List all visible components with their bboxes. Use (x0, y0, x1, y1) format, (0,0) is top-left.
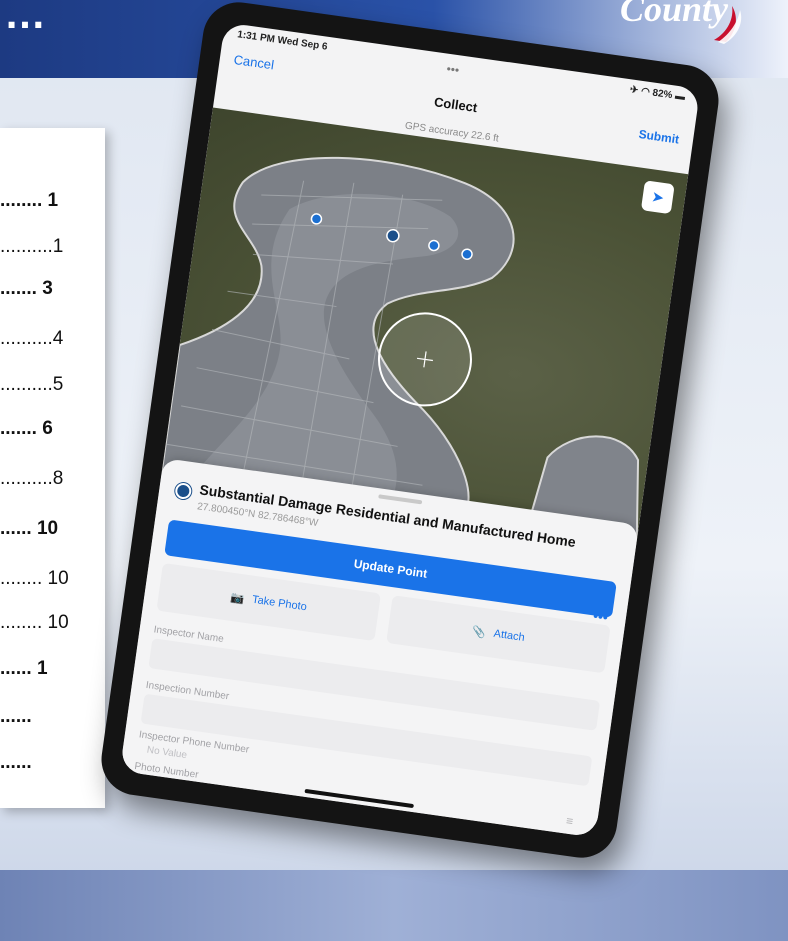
toc-entry: ........ 10 (0, 568, 69, 589)
toc-entry: ...... 10 (0, 518, 59, 539)
paperclip-icon: 📎 (471, 625, 487, 639)
field-label: Photo Number (133, 760, 200, 781)
document-footer-band (0, 870, 788, 941)
camera-icon: 📷 (229, 591, 246, 606)
take-photo-label: Take Photo (251, 593, 308, 614)
battery-icon: ▬ (674, 90, 686, 103)
county-logo-icon (714, 6, 742, 44)
feature-point-icon (174, 482, 193, 501)
banner-title: … (4, 0, 48, 37)
toc-entry: ........ 1 (0, 190, 59, 211)
toc-entry: ........ 10 (0, 612, 69, 633)
toc-entry: ..........4 (0, 328, 64, 349)
attach-label: Attach (492, 627, 526, 644)
inspector-phone-value[interactable]: No Value (146, 745, 188, 762)
toc-entry: ..........5 (0, 374, 64, 395)
feature-sheet: Substantial Damage Residential and Manuf… (119, 457, 640, 838)
toc-entry: ...... (0, 752, 32, 773)
table-of-contents-page: ........ 1 ..........1 ....... 3..........… (0, 128, 105, 808)
toc-entry: ....... 3 (0, 278, 53, 299)
wifi-icon: ✈ ◠ (629, 84, 651, 99)
toc-entry: ..........8 (0, 468, 64, 489)
toc-entry: ...... (0, 706, 32, 727)
tablet-screen: 1:31 PM Wed Sep 6 ••• ✈ ◠ 82% ▬ Cancel C… (119, 22, 701, 838)
location-arrow-icon: ➤ (650, 188, 666, 208)
tablet-device: 1:31 PM Wed Sep 6 ••• ✈ ◠ 82% ▬ Cancel C… (96, 0, 724, 863)
battery-level: 82% (651, 87, 674, 102)
toc-entry: ....... 6 (0, 418, 53, 439)
list-menu-icon[interactable]: ≡ (565, 814, 574, 829)
sheet-handle[interactable] (378, 494, 423, 505)
locate-button[interactable]: ➤ (640, 180, 675, 215)
toc-entry: ..........1 (0, 236, 64, 257)
toc-entry: ...... 1 (0, 658, 48, 679)
